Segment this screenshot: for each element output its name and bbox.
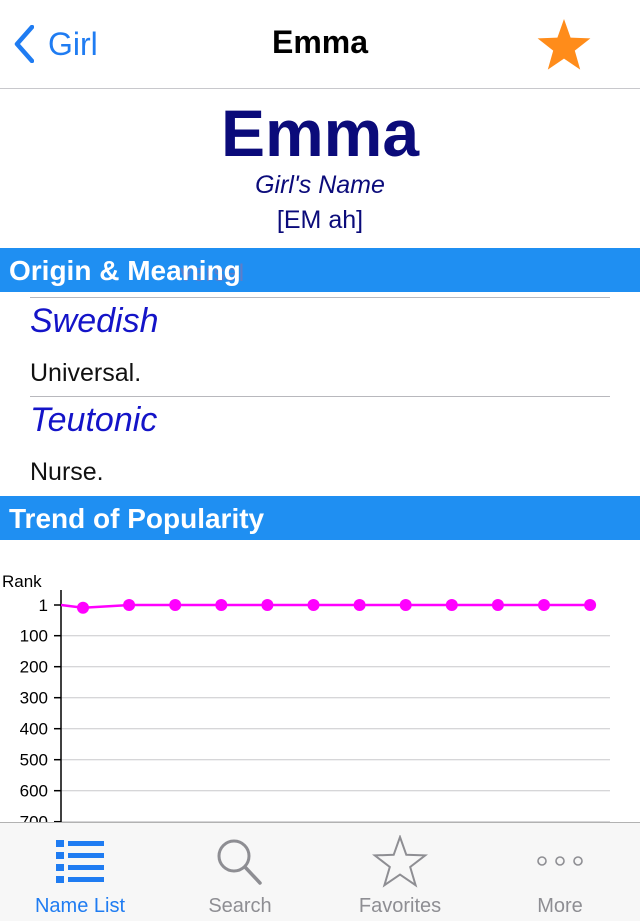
name-heading: Emma [220, 96, 420, 170]
y-tick-label: 1 [39, 596, 48, 615]
tab-label: Favorites [358, 895, 442, 917]
data-point [261, 599, 274, 611]
y-tick-label: 100 [20, 627, 48, 646]
data-point [77, 601, 89, 614]
pronunciation-label: [EM ah] [276, 206, 364, 234]
search-icon [217, 839, 262, 885]
data-point [123, 599, 136, 611]
origin-language: Swedish [30, 302, 159, 340]
data-point [307, 599, 320, 611]
tab-favorites[interactable]: Favorites [320, 823, 480, 921]
star-outline-icon [371, 835, 429, 888]
navigation-bar: Girl Emma [0, 0, 640, 89]
favorite-star-icon[interactable] [535, 17, 593, 73]
tab-bar: Name List Search Favorites More [0, 822, 640, 921]
y-tick-label: 500 [20, 751, 48, 770]
y-tick-label: 400 [20, 720, 48, 739]
data-point [399, 599, 412, 611]
tab-label: Search [208, 895, 272, 917]
tab-label: More [537, 895, 583, 917]
origin-meaning: Nurse. [30, 458, 104, 486]
data-point [538, 599, 550, 611]
origin-section-header: versal Origin & Meaning [0, 248, 640, 292]
origin-language: Teutonic [30, 401, 158, 439]
data-point [353, 599, 366, 611]
tab-more[interactable]: More [480, 823, 640, 921]
trend-section-title: Trend of Popularity [9, 503, 265, 534]
divider [30, 297, 610, 298]
list-icon [56, 840, 104, 883]
data-point [445, 599, 458, 611]
series-line [60, 603, 591, 610]
y-tick-label: 300 [20, 689, 48, 708]
data-point [584, 599, 597, 611]
gender-label: Girl's Name [255, 171, 385, 199]
origin-section-title: Origin & Meaning [9, 255, 241, 286]
data-point [491, 599, 504, 611]
origin-meaning: Universal. [30, 359, 142, 387]
tab-label: Name List [34, 895, 126, 917]
divider [30, 396, 610, 397]
data-point [169, 599, 182, 611]
y-tick-label: 600 [20, 782, 48, 801]
popularity-chart: Rank 1 100 200 300 400 500 600 700 [2, 572, 610, 822]
y-tick-label: 700 [20, 813, 48, 822]
more-icon [537, 856, 583, 866]
trend-section-header: Trend of Popularity [0, 496, 640, 540]
tab-name-list[interactable]: Name List [0, 823, 160, 921]
tab-search[interactable]: Search [160, 823, 320, 921]
y-tick-label: 200 [20, 658, 48, 677]
y-axis-label: Rank [2, 572, 42, 591]
data-point [215, 599, 228, 611]
